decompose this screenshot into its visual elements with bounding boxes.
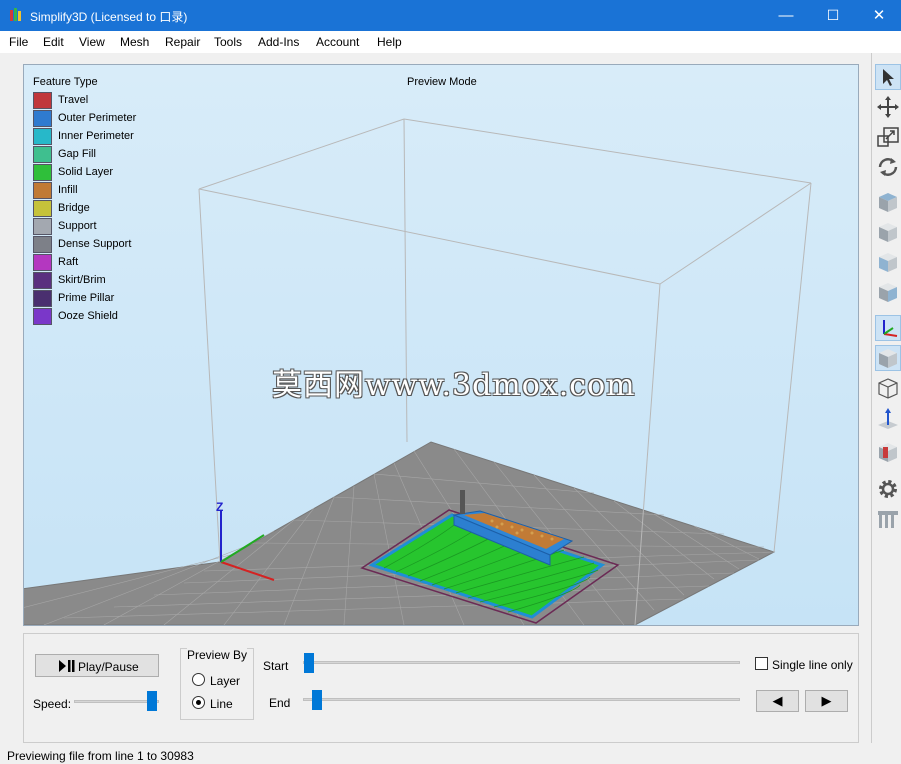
watermark-text: 莫西网www.3dmox.com bbox=[272, 368, 636, 403]
legend-label: Infill bbox=[58, 184, 78, 196]
normals-icon[interactable] bbox=[875, 405, 901, 431]
view-side-icon[interactable] bbox=[875, 249, 901, 275]
z-axis-label: Z bbox=[216, 500, 223, 514]
start-slider-thumb[interactable] bbox=[304, 653, 314, 673]
right-toolbar bbox=[871, 53, 901, 743]
play-pause-icon bbox=[59, 660, 75, 672]
legend-swatch bbox=[33, 164, 52, 181]
maximize-button[interactable]: ☐ bbox=[810, 0, 856, 31]
legend-swatch bbox=[33, 92, 52, 109]
start-label: Start bbox=[263, 659, 289, 673]
legend-swatch bbox=[33, 236, 52, 253]
window-title: Simplify3D (Licensed to 口录) bbox=[30, 10, 188, 24]
menu-repair[interactable]: Repair bbox=[165, 35, 200, 49]
settings-gear-icon[interactable] bbox=[875, 476, 901, 502]
legend-label: Bridge bbox=[58, 202, 90, 214]
legend-label: Dense Support bbox=[58, 238, 132, 250]
legend-label: Inner Perimeter bbox=[58, 130, 134, 142]
legend-swatch bbox=[33, 254, 52, 271]
end-label: End bbox=[269, 696, 291, 710]
view-top-icon[interactable] bbox=[875, 189, 901, 215]
legend-swatch bbox=[33, 110, 52, 127]
move-icon[interactable] bbox=[875, 94, 901, 120]
single-line-label: Single line only bbox=[772, 658, 853, 672]
end-slider-thumb[interactable] bbox=[312, 690, 322, 710]
app-logo-icon bbox=[10, 8, 21, 21]
legend-swatch bbox=[33, 146, 52, 163]
section-icon[interactable] bbox=[875, 439, 901, 465]
single-line-checkbox[interactable] bbox=[755, 657, 768, 670]
legend-label: Solid Layer bbox=[58, 166, 114, 178]
preview-mode-label: Preview Mode bbox=[407, 76, 477, 88]
preview-control-panel: Play/Pause Speed: Preview By Layer Line … bbox=[23, 633, 859, 743]
legend-swatch bbox=[33, 200, 52, 217]
legend-swatch bbox=[33, 272, 52, 289]
next-line-button[interactable]: ▶ bbox=[805, 690, 848, 712]
legend-swatch bbox=[33, 182, 52, 199]
legend-label: Skirt/Brim bbox=[58, 274, 106, 286]
legend-label: Raft bbox=[58, 256, 79, 268]
menu-add-ins[interactable]: Add-Ins bbox=[258, 35, 299, 49]
axes-icon[interactable] bbox=[875, 315, 901, 341]
legend-swatch bbox=[33, 128, 52, 145]
solid-view-icon[interactable] bbox=[875, 345, 901, 371]
menu-view[interactable]: View bbox=[79, 35, 105, 49]
menu-tools[interactable]: Tools bbox=[214, 35, 242, 49]
menu-account[interactable]: Account bbox=[316, 35, 359, 49]
preview-by-title: Preview By bbox=[187, 648, 248, 662]
view-front-icon[interactable] bbox=[875, 219, 901, 245]
play-pause-button[interactable]: Play/Pause bbox=[35, 654, 159, 677]
legend-label: Gap Fill bbox=[58, 148, 96, 160]
previous-line-button[interactable]: ◀ bbox=[756, 690, 799, 712]
layer-radio[interactable] bbox=[192, 673, 205, 686]
legend-label: Outer Perimeter bbox=[58, 112, 137, 124]
close-button[interactable]: ✕ bbox=[856, 0, 901, 31]
menu-help[interactable]: Help bbox=[377, 35, 402, 49]
menu-bar: File Edit View Mesh Repair Tools Add-Ins… bbox=[0, 31, 901, 53]
legend-label: Prime Pillar bbox=[58, 292, 115, 304]
wireframe-icon[interactable] bbox=[875, 375, 901, 401]
preview-viewport[interactable]: Z Feature Type Preview Mode Travel Outer… bbox=[23, 64, 859, 626]
menu-edit[interactable]: Edit bbox=[43, 35, 64, 49]
rotate-icon[interactable] bbox=[875, 154, 901, 180]
support-icon[interactable] bbox=[875, 506, 901, 532]
speed-slider-thumb[interactable] bbox=[147, 691, 157, 711]
legend-swatch bbox=[33, 308, 52, 325]
status-bar: Previewing file from line 1 to 30983 bbox=[0, 743, 901, 764]
prime-pillar-rod bbox=[460, 490, 465, 514]
view-iso-icon[interactable] bbox=[875, 279, 901, 305]
build-plate bbox=[24, 441, 776, 625]
menu-mesh[interactable]: Mesh bbox=[120, 35, 149, 49]
legend-title: Feature Type bbox=[33, 76, 98, 88]
legend-swatch bbox=[33, 218, 52, 235]
scale-icon[interactable] bbox=[875, 124, 901, 150]
minimize-button[interactable]: — bbox=[763, 0, 809, 31]
play-pause-label: Play/Pause bbox=[78, 660, 139, 674]
layer-radio-label: Layer bbox=[210, 674, 241, 688]
build-scene: Z bbox=[24, 118, 812, 625]
line-radio[interactable] bbox=[192, 696, 205, 709]
status-text: Previewing file from line 1 to 30983 bbox=[7, 749, 194, 763]
line-radio-label: Line bbox=[210, 697, 233, 711]
legend-label: Support bbox=[58, 220, 97, 232]
legend-swatch bbox=[33, 290, 52, 307]
title-bar: Simplify3D (Licensed to 口录) — ☐ ✕ bbox=[0, 0, 901, 31]
speed-label: Speed: bbox=[33, 697, 72, 711]
legend-label: Travel bbox=[58, 94, 89, 106]
start-slider[interactable] bbox=[303, 661, 740, 664]
end-slider[interactable] bbox=[303, 698, 740, 701]
legend-label: Ooze Shield bbox=[58, 310, 118, 322]
menu-file[interactable]: File bbox=[9, 35, 28, 49]
preview-by-group: Preview By Layer Line bbox=[180, 648, 254, 720]
select-icon[interactable] bbox=[875, 64, 901, 90]
